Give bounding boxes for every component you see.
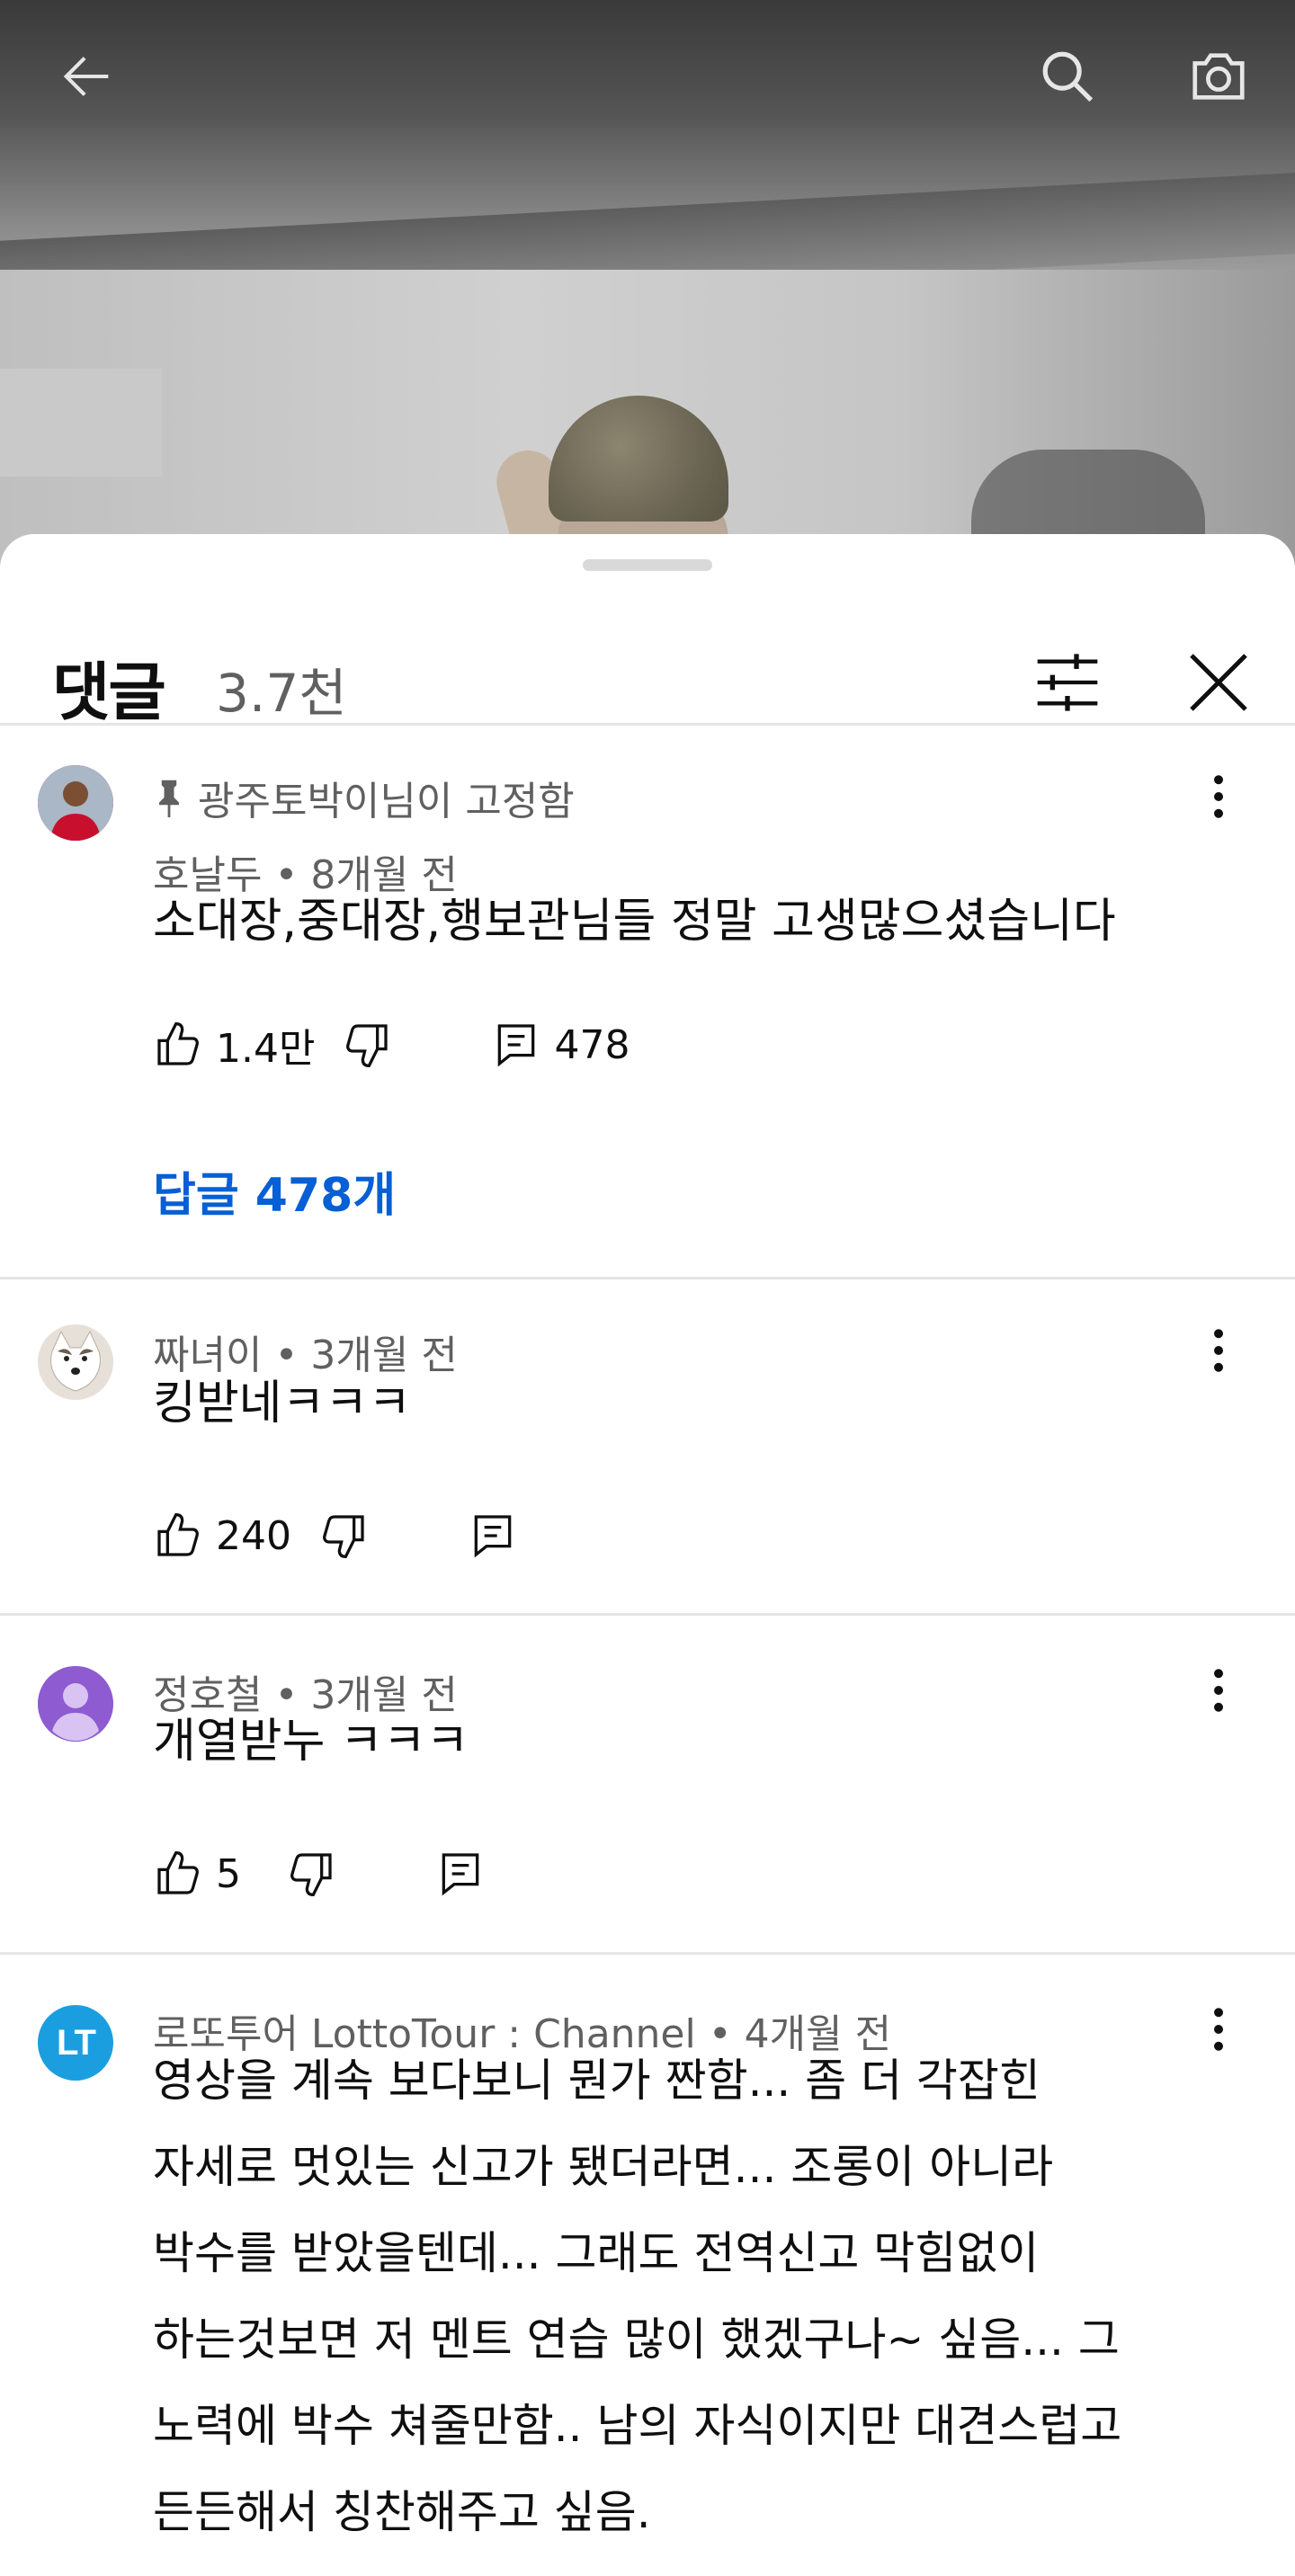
more-vertical-icon xyxy=(1214,1669,1223,1712)
comment-count: 3.7천 xyxy=(216,663,347,724)
comment-text: 영상을 계속 보다보니 뭔가 짠함... 좀 더 각잡힌 자세로 멋있는 신고가… xyxy=(153,2037,1214,2555)
comment-text: 킹받네ㅋㅋㅋ xyxy=(153,1377,412,1431)
avatar-image xyxy=(38,765,113,841)
more-button[interactable] xyxy=(1187,765,1250,828)
dislike-button[interactable] xyxy=(342,1020,392,1070)
arrow-left-icon xyxy=(63,57,109,96)
avatar[interactable] xyxy=(38,765,113,841)
comment-actions: 5 xyxy=(153,1842,486,1905)
comment-line: 박수를 받았을텐데... 그래도 전역신고 막힘없이 xyxy=(153,2227,1040,2279)
comment-text: 개열받누 ㅋㅋㅋ xyxy=(153,1715,469,1769)
comment-icon xyxy=(474,1515,512,1558)
reply-button[interactable]: 478 xyxy=(491,1020,630,1070)
like-button[interactable]: 5 xyxy=(153,1849,241,1899)
pin-icon xyxy=(159,780,179,817)
comment-text: 소대장,중대장,행보관님들 정말 고생많으셨습니다 xyxy=(153,895,1116,949)
comment-item: LT 로또투어 LottoTour : Channel • 4개월 전 영상을 … xyxy=(0,1955,1295,2575)
more-button[interactable] xyxy=(1187,1659,1250,1722)
like-button[interactable]: 240 xyxy=(153,1511,291,1561)
avatar[interactable]: LT xyxy=(38,2005,113,2081)
sliders-icon xyxy=(1037,654,1098,711)
more-vertical-icon xyxy=(1214,775,1223,818)
comment-line: 영상을 계속 보다보니 뭔가 짠함... 좀 더 각잡힌 xyxy=(153,2055,1040,2107)
comment-line: 든든해서 칭찬해주고 싶음. xyxy=(153,2486,651,2538)
dislike-button[interactable] xyxy=(318,1511,369,1561)
reply-count: 478 xyxy=(554,1021,630,1068)
like-count: 5 xyxy=(216,1850,241,1897)
comment-item: 정호철 • 3개월 전 개열받누 ㅋㅋㅋ 5 xyxy=(0,1616,1295,1948)
pinned-indicator: 광주토박이님이 고정함 xyxy=(153,769,575,826)
like-count: 240 xyxy=(216,1512,291,1559)
thumb-down-icon xyxy=(346,1024,388,1067)
comment-icon xyxy=(442,1853,479,1896)
close-icon xyxy=(1190,654,1247,711)
thumb-up-icon xyxy=(157,1022,199,1065)
like-button[interactable]: 1.4만 xyxy=(153,1016,315,1074)
comments-sheet: 댓글 3.7천 광주토박이님이 고정함 호날두 • 8개월 전 소대장,중대장,… xyxy=(0,534,1295,2576)
close-button[interactable] xyxy=(1169,633,1268,732)
pinned-label: 광주토박이님이 고정함 xyxy=(198,779,575,824)
thumb-up-icon xyxy=(157,1513,199,1556)
camera-button[interactable] xyxy=(1178,36,1259,117)
avatar[interactable] xyxy=(38,1324,113,1400)
back-button[interactable] xyxy=(47,36,128,117)
video-cabinet xyxy=(0,369,162,477)
more-vertical-icon xyxy=(1214,1329,1223,1372)
comment-icon xyxy=(498,1024,535,1067)
comment-item: 광주토박이님이 고정함 호날두 • 8개월 전 소대장,중대장,행보관님들 정말… xyxy=(0,726,1295,1223)
camera-icon xyxy=(1192,53,1245,100)
comment-actions: 1.4만 478 xyxy=(153,1013,630,1076)
sheet-title: 댓글 xyxy=(52,655,166,729)
thumb-down-icon xyxy=(323,1515,364,1558)
like-count: 1.4만 xyxy=(216,1026,316,1072)
comment-item: 짜녀이 • 3개월 전 킹받네ㅋㅋㅋ 240 xyxy=(0,1279,1295,1612)
reply-button[interactable] xyxy=(468,1511,518,1561)
default-avatar-icon xyxy=(38,1666,113,1742)
more-button[interactable] xyxy=(1187,1319,1250,1382)
more-vertical-icon xyxy=(1214,2008,1223,2051)
thumb-down-icon xyxy=(290,1853,332,1896)
avatar-image xyxy=(38,1324,113,1400)
comment-line: 자세로 멋있는 신고가 됐더라면... 조롱이 아니라 xyxy=(153,2141,1054,2193)
reply-button[interactable] xyxy=(435,1849,486,1899)
dislike-button[interactable] xyxy=(286,1849,336,1899)
drag-handle[interactable] xyxy=(583,559,712,571)
search-icon xyxy=(1042,51,1094,103)
comment-actions: 240 xyxy=(153,1504,518,1567)
comment-line: 노력에 박수 쳐줄만함.. 남의 자식이지만 대견스럽고 xyxy=(153,2400,1122,2452)
sort-button[interactable] xyxy=(1018,633,1117,732)
thumb-up-icon xyxy=(157,1851,199,1894)
video-player[interactable] xyxy=(0,0,1295,575)
view-replies-link[interactable]: 답글 478개 xyxy=(153,1157,396,1225)
comment-line: 하는것보면 저 멘트 연습 많이 했겠구나~ 싶음... 그 xyxy=(153,2313,1120,2366)
avatar[interactable] xyxy=(38,1666,113,1742)
avatar-initials: LT xyxy=(57,2022,96,2063)
sheet-header: 댓글 3.7천 xyxy=(0,606,1295,729)
search-button[interactable] xyxy=(1027,36,1108,117)
